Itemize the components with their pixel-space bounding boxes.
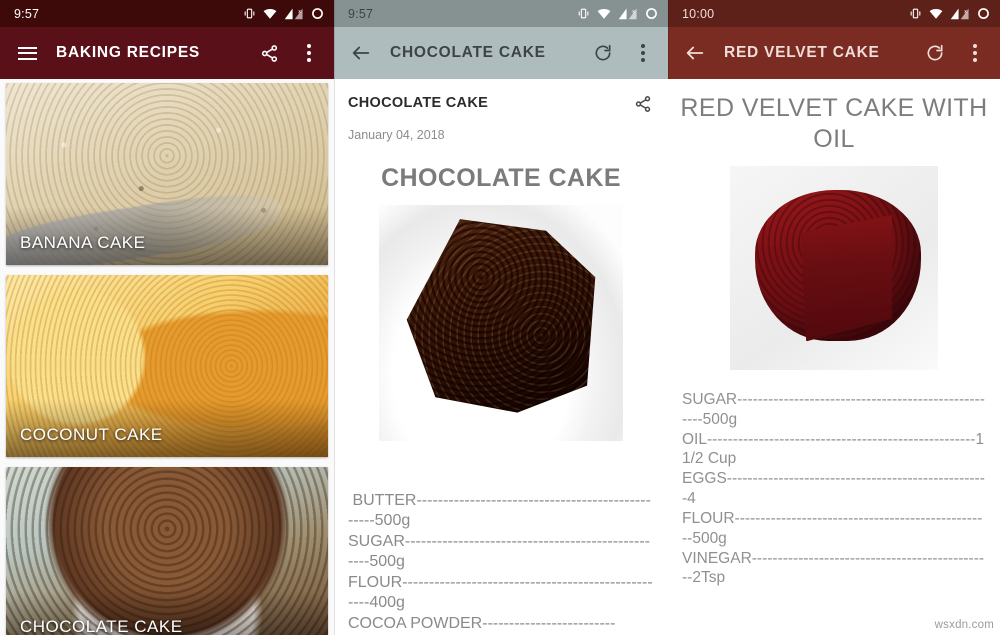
recipe-list[interactable]: BANANA CAKE COCONUT CAKE CHOCOLATE CAKE xyxy=(0,79,334,635)
red-velvet-cake-photo xyxy=(730,166,938,370)
status-clock: 9:57 xyxy=(348,6,374,21)
ingredients-list: SUGAR-----------------------------------… xyxy=(668,390,1000,588)
status-clock: 9:57 xyxy=(14,6,40,21)
screen-red-velvet-cake-detail: 10:00 x RED VELVET CAKE RED VELVET CAKE … xyxy=(668,0,1000,635)
status-clock: 10:00 xyxy=(682,6,715,21)
article-date: January 04, 2018 xyxy=(348,128,445,142)
ingredient-line: BUTTER----------------------------------… xyxy=(348,492,651,530)
overflow-menu-icon[interactable] xyxy=(296,40,322,66)
wifi-icon xyxy=(597,8,611,19)
ingredient-line: COCOA POWDER------------------------- xyxy=(348,614,616,632)
overflow-menu-icon[interactable] xyxy=(630,40,656,66)
status-bar: 9:57 x xyxy=(334,0,668,27)
battery-icon xyxy=(978,8,989,19)
app-bar: RED VELVET CAKE xyxy=(668,27,1000,79)
vibrate-icon xyxy=(244,8,255,19)
ingredient-line: EGGS------------------------------------… xyxy=(682,470,985,508)
overflow-menu-icon[interactable] xyxy=(962,40,988,66)
watermark: wsxdn.com xyxy=(934,619,994,631)
panel-divider xyxy=(334,0,335,635)
screen-chocolate-cake-detail: 9:57 x CHOCOLATE CAKE CHOCOLATE CAKE Jan… xyxy=(334,0,668,635)
recipe-article[interactable]: RED VELVET CAKE WITH OIL SUGAR----------… xyxy=(668,79,1000,635)
list-item[interactable]: COCONUT CAKE xyxy=(6,275,328,457)
three-phone-screenshots: 9:57 x BAKING RECIPES BANANA CAKE COCONU… xyxy=(0,0,1000,635)
signal-icon: x xyxy=(618,8,637,20)
app-bar: BAKING RECIPES xyxy=(0,27,334,79)
app-bar-actions xyxy=(256,40,322,66)
app-bar-actions xyxy=(922,40,988,66)
status-icons: x xyxy=(577,7,658,20)
status-icons: x xyxy=(909,7,990,20)
list-item[interactable]: BANANA CAKE xyxy=(6,83,328,265)
list-item-label: CHOCOLATE CAKE xyxy=(20,617,183,635)
share-icon[interactable] xyxy=(256,40,282,66)
ingredient-line: VINEGAR---------------------------------… xyxy=(682,549,985,587)
vibrate-icon xyxy=(910,8,921,19)
status-bar: 10:00 x xyxy=(668,0,1000,27)
page-title: RED VELVET CAKE xyxy=(724,44,880,61)
article-title: CHOCOLATE CAKE xyxy=(348,95,489,111)
refresh-icon[interactable] xyxy=(922,40,948,66)
article-banner-title: CHOCOLATE CAKE xyxy=(381,164,621,192)
wifi-icon xyxy=(929,8,943,19)
signal-icon: x xyxy=(950,8,969,20)
ingredients-list: BUTTER----------------------------------… xyxy=(334,491,668,634)
vibrate-icon xyxy=(578,8,589,19)
signal-icon: x xyxy=(284,8,303,20)
refresh-icon[interactable] xyxy=(590,40,616,66)
status-bar: 9:57 x xyxy=(0,0,334,27)
battery-icon xyxy=(312,8,323,19)
list-item[interactable]: CHOCOLATE CAKE xyxy=(6,467,328,635)
list-item-label: COCONUT CAKE xyxy=(20,425,163,444)
app-bar: CHOCOLATE CAKE xyxy=(334,27,668,79)
article-banner-title: RED VELVET CAKE WITH OIL xyxy=(680,94,988,153)
hamburger-menu-icon[interactable] xyxy=(12,38,42,68)
status-icons: x xyxy=(243,7,324,20)
page-title: BAKING RECIPES xyxy=(56,44,200,61)
page-title: CHOCOLATE CAKE xyxy=(390,44,546,61)
article-header: CHOCOLATE CAKE xyxy=(334,79,668,118)
back-arrow-icon[interactable] xyxy=(680,38,710,68)
svg-text:x: x xyxy=(964,9,967,15)
ingredient-line: OIL-------------------------------------… xyxy=(682,430,985,468)
chocolate-cake-slice-photo xyxy=(379,205,623,441)
app-bar-actions xyxy=(590,40,656,66)
list-item-label: BANANA CAKE xyxy=(20,233,146,252)
svg-text:x: x xyxy=(298,9,301,15)
battery-icon xyxy=(646,8,657,19)
svg-text:x: x xyxy=(632,9,635,15)
ingredient-line: SUGAR-----------------------------------… xyxy=(348,532,650,571)
back-arrow-icon[interactable] xyxy=(346,38,376,68)
ingredient-line: SUGAR-----------------------------------… xyxy=(682,391,985,428)
share-icon[interactable] xyxy=(634,95,652,118)
wifi-icon xyxy=(263,8,277,19)
ingredient-line: FLOUR-----------------------------------… xyxy=(348,573,653,612)
recipe-article[interactable]: CHOCOLATE CAKE January 04, 2018 CHOCOLAT… xyxy=(334,79,668,635)
ingredient-line: FLOUR-----------------------------------… xyxy=(682,509,983,547)
screen-recipe-list: 9:57 x BAKING RECIPES BANANA CAKE COCONU… xyxy=(0,0,334,635)
